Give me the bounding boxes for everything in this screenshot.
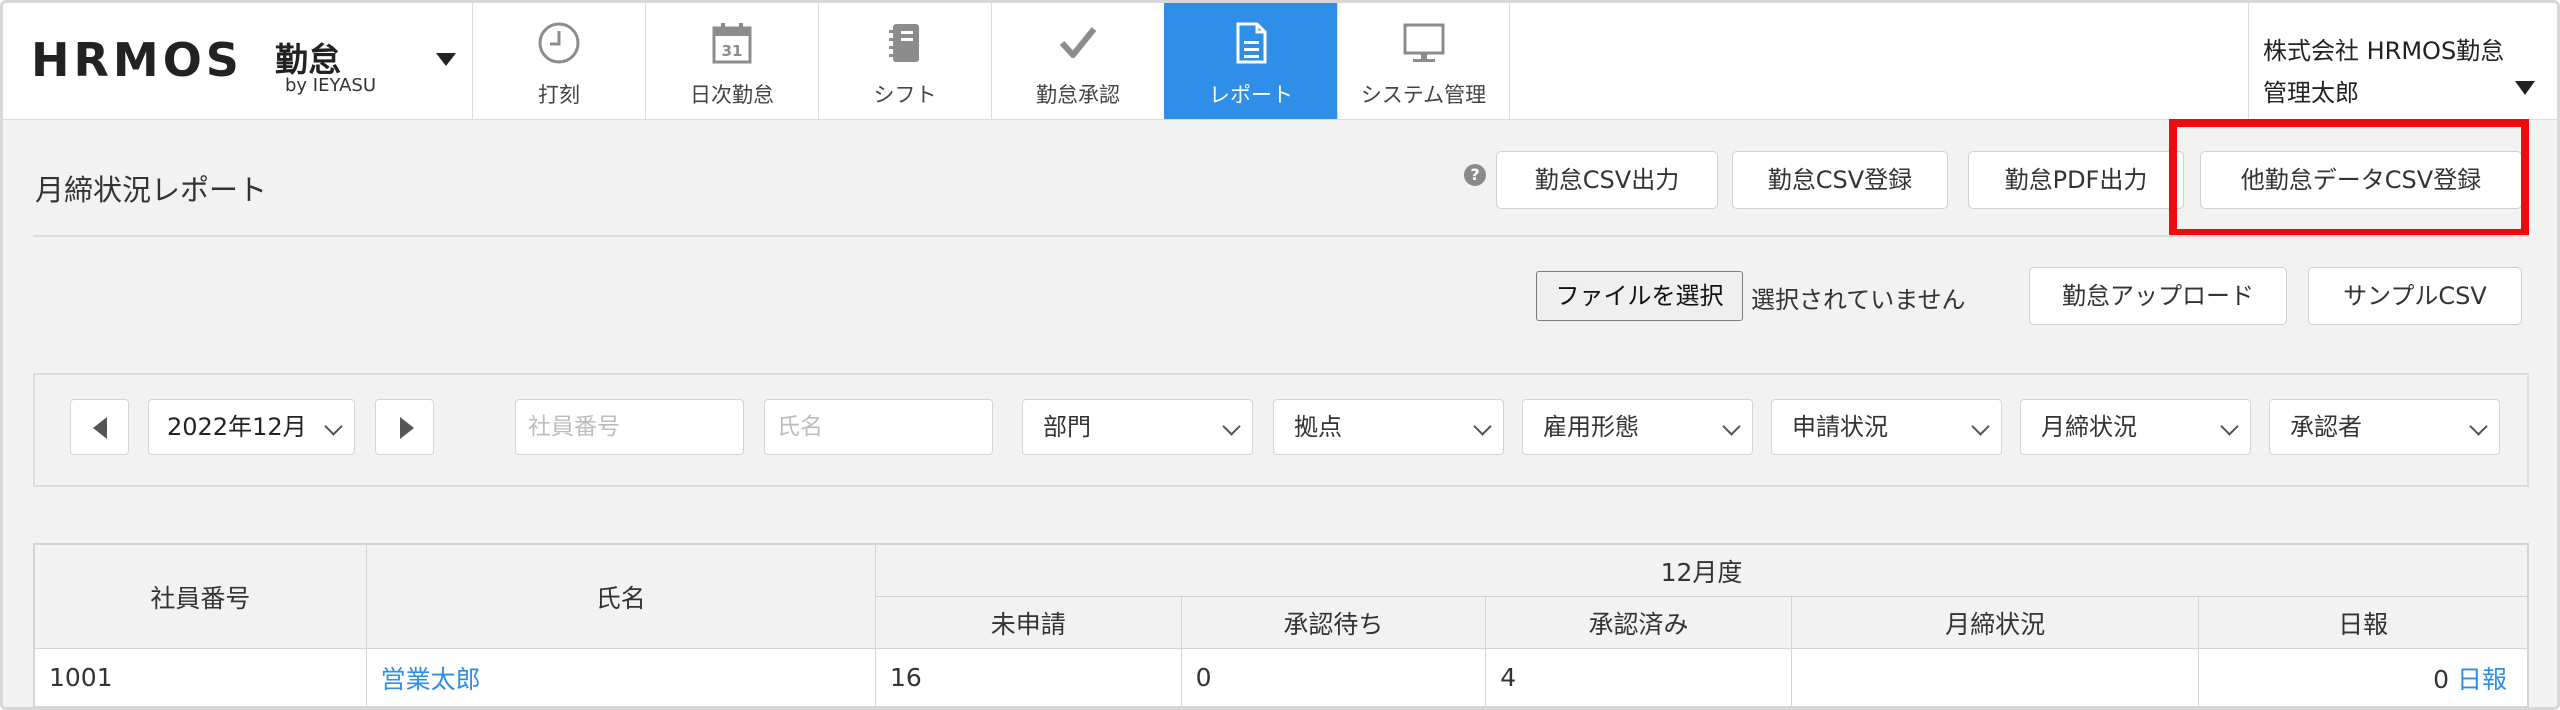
- nav-label: レポート: [1209, 83, 1293, 107]
- col-header-employee-number[interactable]: 社員番号: [34, 544, 367, 649]
- choose-file-button[interactable]: ファイルを選択: [1536, 271, 1743, 321]
- chevron-down-icon: [1473, 417, 1492, 436]
- filter-panel: 2022年12月 部門 拠点 雇用形態 申請状況 月締状況 承認者: [33, 373, 2529, 487]
- employee-number-input[interactable]: [515, 399, 744, 455]
- col-header-approved[interactable]: 承認済み: [1485, 596, 1792, 649]
- attendance-pdf-export-button[interactable]: 勤怠PDF出力: [1968, 151, 2184, 209]
- logo-wordmark: HRMOS: [31, 33, 243, 87]
- nav-label: 勤怠承認: [1036, 83, 1120, 107]
- chevron-down-icon[interactable]: [436, 53, 456, 66]
- employee-name-link[interactable]: 営業太郎: [381, 665, 481, 694]
- calendar-icon: 31: [712, 23, 752, 64]
- cell-closing-status: [1790, 648, 2200, 707]
- caret-down-icon[interactable]: [2515, 81, 2535, 95]
- employment-type-select-value: 雇用形態: [1543, 413, 1639, 441]
- nav-label: 打刻: [538, 83, 580, 107]
- notebook-icon: [889, 24, 919, 62]
- file-status-text: 選択されていません: [1751, 286, 1966, 314]
- nav-label: 日次勤怠: [690, 83, 774, 107]
- clock-icon: [538, 22, 580, 64]
- chevron-down-icon: [2469, 417, 2488, 436]
- month-select[interactable]: 2022年12月: [148, 399, 355, 455]
- arrow-right-icon: [400, 417, 414, 439]
- prev-month-button[interactable]: [70, 399, 129, 455]
- name-input[interactable]: [764, 399, 993, 455]
- cell-pending: 0: [1180, 648, 1487, 707]
- col-header-name[interactable]: 氏名: [365, 544, 876, 649]
- application-status-select-value: 申請状況: [1792, 413, 1888, 441]
- arrow-left-icon: [93, 417, 107, 439]
- location-select[interactable]: 拠点: [1273, 399, 1504, 455]
- checkmark-icon: [1059, 27, 1097, 58]
- logo-subtitle: 勤怠: [275, 40, 341, 79]
- employment-type-select[interactable]: 雇用形態: [1522, 399, 1753, 455]
- nav-item-report[interactable]: レポート: [1164, 3, 1337, 119]
- nav-item-approval[interactable]: 勤怠承認: [991, 3, 1164, 119]
- col-header-closing-status[interactable]: 月締状況: [1790, 596, 2200, 649]
- attendance-csv-import-button[interactable]: 勤怠CSV登録: [1732, 151, 1948, 209]
- logo-byline: by IEYASU: [285, 75, 376, 96]
- help-icon[interactable]: ?: [1464, 164, 1486, 186]
- chevron-down-icon: [1222, 417, 1241, 436]
- col-header-period: 12月度: [874, 544, 2529, 597]
- chevron-down-icon: [324, 417, 343, 436]
- daily-report-count: 0: [2433, 664, 2450, 694]
- table-row: 1001 営業太郎 16 0 4 0 日報: [34, 648, 2528, 707]
- chevron-down-icon: [1722, 417, 1741, 436]
- cell-approved: 4: [1485, 648, 1792, 707]
- cell-unsubmitted: 16: [874, 648, 1182, 707]
- user-name: 管理太郎: [2263, 79, 2359, 107]
- nav-label: システム管理: [1360, 83, 1487, 107]
- closing-status-select[interactable]: 月締状況: [2020, 399, 2251, 455]
- cell-employee-number: 1001: [34, 648, 367, 707]
- col-header-daily-report[interactable]: 日報: [2198, 596, 2528, 649]
- section-divider: [33, 235, 2529, 237]
- cell-name: 営業太郎: [365, 648, 876, 707]
- col-header-unsubmitted[interactable]: 未申請: [874, 596, 1182, 649]
- attendance-upload-button[interactable]: 勤怠アップロード: [2029, 267, 2287, 325]
- chevron-down-icon: [2220, 417, 2239, 436]
- highlight-box: [2169, 119, 2529, 237]
- user-menu[interactable]: 株式会社 HRMOS勤怠 管理太郎: [2248, 3, 2557, 119]
- report-table: 社員番号 氏名 12月度 未申請 承認待ち 承認済み 月締状況 日報 1001 …: [34, 544, 2529, 707]
- department-select-value: 部門: [1043, 413, 1091, 441]
- document-icon: [1236, 22, 1267, 64]
- chevron-down-icon: [1971, 417, 1990, 436]
- nav-item-punch[interactable]: 打刻: [472, 3, 645, 119]
- nav-item-system-admin[interactable]: システム管理: [1337, 3, 1510, 119]
- col-header-pending[interactable]: 承認待ち: [1180, 596, 1487, 649]
- daily-report-link[interactable]: 日報: [2457, 665, 2507, 694]
- top-header: HRMOS 勤怠 by IEYASU 打刻 31 日次勤怠 シフト 勤怠承認 レ…: [3, 3, 2557, 120]
- next-month-button[interactable]: [375, 399, 434, 455]
- nav-label: シフト: [873, 83, 937, 107]
- cell-daily-report: 0 日報: [2198, 648, 2528, 707]
- department-select[interactable]: 部門: [1022, 399, 1253, 455]
- company-name: 株式会社 HRMOS勤怠: [2263, 37, 2505, 65]
- location-select-value: 拠点: [1294, 413, 1342, 441]
- report-table-container: 社員番号 氏名 12月度 未申請 承認待ち 承認済み 月締状況 日報 1001 …: [33, 543, 2529, 707]
- nav-item-shift[interactable]: シフト: [818, 3, 991, 119]
- approver-select[interactable]: 承認者: [2269, 399, 2500, 455]
- sample-csv-button[interactable]: サンプルCSV: [2308, 267, 2522, 325]
- month-select-value: 2022年12月: [167, 413, 307, 441]
- page-title: 月締状況レポート: [35, 173, 268, 207]
- svg-text:31: 31: [722, 42, 743, 60]
- attendance-csv-export-button[interactable]: 勤怠CSV出力: [1496, 151, 1718, 209]
- approver-select-value: 承認者: [2290, 413, 2362, 441]
- monitor-icon: [1403, 23, 1444, 62]
- app-frame: HRMOS 勤怠 by IEYASU 打刻 31 日次勤怠 シフト 勤怠承認 レ…: [0, 0, 2560, 710]
- application-status-select[interactable]: 申請状況: [1771, 399, 2002, 455]
- closing-status-select-value: 月締状況: [2041, 413, 2137, 441]
- hrmos-logo[interactable]: HRMOS 勤怠 by IEYASU: [31, 29, 471, 96]
- nav-item-daily-attendance[interactable]: 31 日次勤怠: [645, 3, 818, 119]
- main-nav: 打刻 31 日次勤怠 シフト 勤怠承認 レポート システム管理: [472, 3, 1510, 119]
